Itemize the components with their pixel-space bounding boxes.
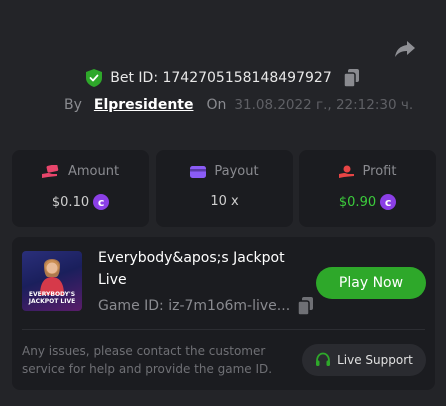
- play-now-button[interactable]: Play Now: [316, 267, 426, 299]
- amount-card: Amount $0.10 c: [12, 150, 149, 227]
- cash-hand-icon: [41, 164, 59, 178]
- bet-meta-row: By Elpresidente On 31.08.2022 г., 22:12:…: [64, 95, 413, 115]
- bet-id-row: Bet ID: 1742705158148497927: [0, 66, 446, 90]
- thumbnail-title: EVERYBODY'S JACKPOT LIVE: [28, 291, 76, 305]
- share-icon: [395, 41, 415, 57]
- headset-icon: [316, 352, 331, 366]
- share-button[interactable]: [393, 38, 417, 60]
- coin-icon: c: [380, 194, 397, 210]
- live-support-button[interactable]: Live Support: [302, 344, 426, 376]
- payout-value: 10 x: [210, 194, 239, 209]
- game-id: Game ID: iz-7m1o6m-live...: [98, 298, 291, 314]
- game-title: Everybody&apos;s Jackpot Live: [98, 250, 285, 288]
- bet-datetime: 31.08.2022 г., 22:12:30 ч.: [234, 97, 414, 113]
- help-text: Any issues, please contact the customer …: [22, 344, 273, 376]
- payout-card: Payout 10 x: [156, 150, 293, 227]
- profit-card: Profit $0.90 c: [299, 150, 436, 227]
- payout-label: Payout: [214, 164, 259, 179]
- by-label: By: [64, 97, 82, 113]
- username-link[interactable]: Elpresidente: [94, 97, 194, 113]
- copy-icon[interactable]: [298, 297, 314, 315]
- profit-value: $0.90: [338, 194, 377, 210]
- game-id-row: Game ID: iz-7m1o6m-live...: [98, 296, 314, 316]
- divider: [22, 329, 425, 330]
- shield-check-icon: [86, 69, 103, 87]
- copy-icon[interactable]: [343, 69, 360, 87]
- profit-hand-icon: [338, 165, 354, 178]
- game-card: EVERYBODY'S JACKPOT LIVE Everybody&apos;…: [12, 237, 435, 390]
- game-thumbnail[interactable]: EVERYBODY'S JACKPOT LIVE: [22, 251, 82, 311]
- live-support-label: Live Support: [337, 353, 413, 367]
- on-label: On: [206, 97, 227, 113]
- amount-label: Amount: [67, 164, 120, 179]
- bet-id: Bet ID: 1742705158148497927: [110, 70, 332, 86]
- wallet-card-icon: [190, 165, 207, 178]
- coin-icon: c: [93, 194, 110, 210]
- profit-label: Profit: [362, 164, 397, 179]
- amount-value: $0.10: [51, 194, 90, 210]
